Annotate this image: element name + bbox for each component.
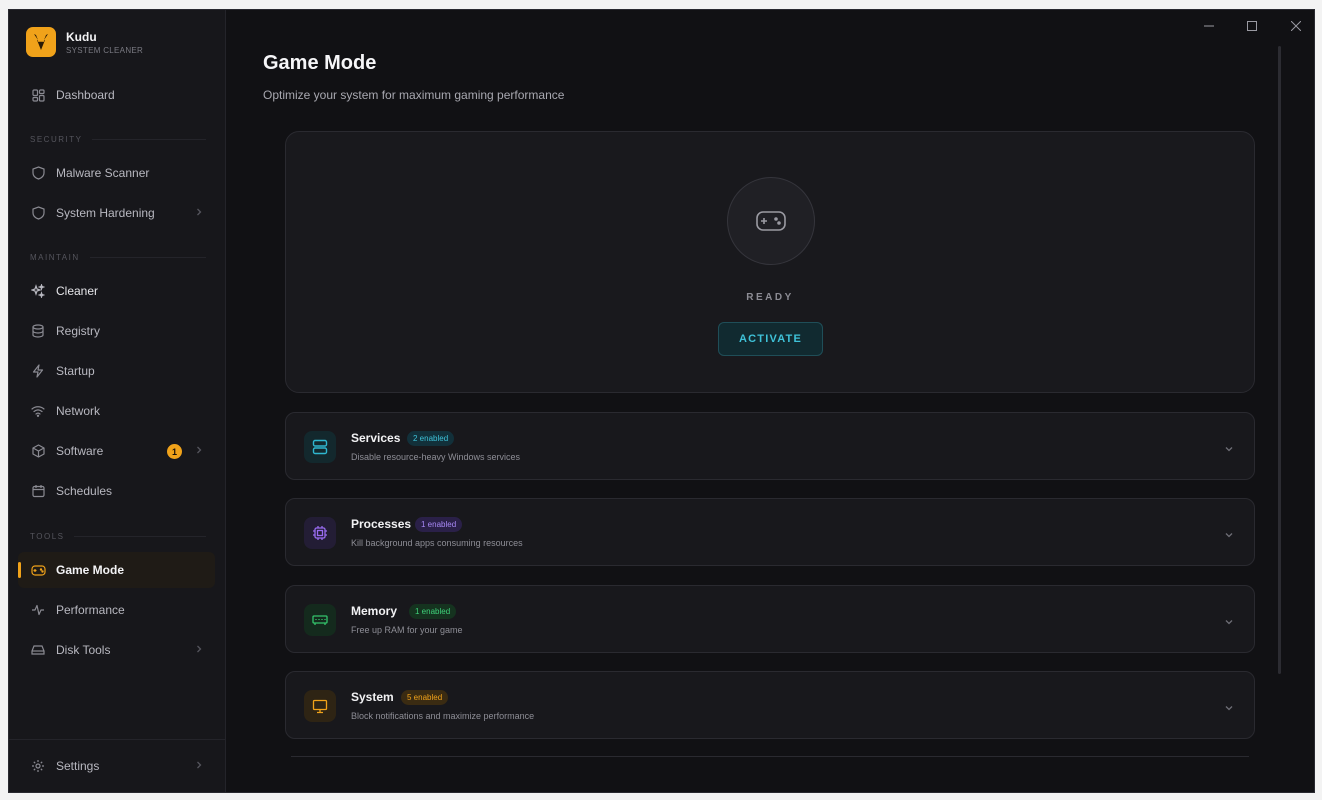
- app-subtitle: SYSTEM CLEANER: [66, 45, 144, 55]
- sidebar-item-disk-tools[interactable]: Disk Tools: [18, 632, 215, 668]
- calendar-icon: [30, 483, 46, 499]
- sidebar-item-cleaner[interactable]: Cleaner: [18, 273, 215, 309]
- section-security: SECURITY: [30, 135, 206, 144]
- sidebar-item-label: Performance: [56, 603, 125, 617]
- section-tools: TOOLS: [30, 532, 206, 541]
- chevron-down-icon[interactable]: [1224, 613, 1234, 631]
- page-title: Game Mode: [263, 52, 377, 74]
- app-window: Kudu SYSTEM CLEANER Dashboard SECURITY M…: [8, 9, 1315, 793]
- sidebar-item-dashboard[interactable]: Dashboard: [18, 77, 215, 113]
- sidebar-item-game-mode[interactable]: Game Mode: [18, 552, 215, 588]
- sidebar-item-settings[interactable]: Settings: [18, 748, 215, 784]
- sidebar-item-performance[interactable]: Performance: [18, 592, 215, 628]
- chevron-down-icon[interactable]: [1224, 440, 1234, 458]
- game-mode-status: READY: [746, 292, 794, 303]
- memory-card[interactable]: Memory 1 enabled Free up RAM for your ga…: [285, 585, 1255, 653]
- chevron-right-icon: [195, 759, 203, 773]
- sidebar-item-label: System Hardening: [56, 206, 155, 220]
- package-icon: [30, 443, 46, 459]
- game-mode-status-panel: READY ACTIVATE: [285, 131, 1255, 393]
- enabled-count-badge: 1 enabled: [409, 604, 457, 619]
- minimize-button[interactable]: [1194, 15, 1224, 37]
- enabled-count-badge: 1 enabled: [415, 517, 463, 532]
- sidebar-item-label: Software: [56, 444, 104, 458]
- sidebar-item-registry[interactable]: Registry: [18, 313, 215, 349]
- sidebar-item-label: Startup: [56, 364, 95, 378]
- gear-icon: [30, 758, 46, 774]
- activate-button[interactable]: ACTIVATE: [718, 322, 823, 356]
- monitor-icon: [304, 690, 336, 722]
- sidebar-item-label: Disk Tools: [56, 643, 111, 657]
- sidebar-item-network[interactable]: Network: [18, 393, 215, 429]
- card-title: System: [351, 690, 394, 704]
- card-title: Memory: [351, 604, 398, 618]
- gamepad-icon: [30, 562, 46, 578]
- sidebar-item-malware-scanner[interactable]: Malware Scanner: [18, 155, 215, 191]
- sidebar-item-system-hardening[interactable]: System Hardening: [18, 195, 215, 231]
- sidebar-item-label: Network: [56, 404, 101, 418]
- enabled-count-badge: 2 enabled: [407, 431, 455, 446]
- chevron-right-icon: [195, 206, 203, 220]
- wifi-icon: [30, 403, 46, 419]
- card-description: Disable resource-heavy Windows services: [351, 452, 521, 462]
- sidebar-item-label: Schedules: [56, 484, 113, 498]
- server-icon: [304, 431, 336, 463]
- sidebar-item-label: Registry: [56, 324, 101, 338]
- update-count-badge: 1: [167, 444, 182, 459]
- card-description: Free up RAM for your game: [351, 625, 463, 635]
- sidebar-item-label: Settings: [56, 759, 100, 773]
- services-card[interactable]: Services 2 enabled Disable resource-heav…: [285, 412, 1255, 480]
- divider: [9, 739, 226, 740]
- activity-icon: [30, 602, 46, 618]
- sparkles-icon: [30, 283, 46, 299]
- sidebar-item-label: Cleaner: [56, 284, 99, 298]
- section-maintain: MAINTAIN: [30, 253, 206, 262]
- chevron-right-icon: [195, 643, 203, 657]
- divider: [291, 756, 1249, 757]
- database-icon: [30, 323, 46, 339]
- sidebar-item-label: Dashboard: [56, 88, 115, 102]
- sidebar-item-label: Game Mode: [56, 563, 125, 577]
- shield-icon: [30, 205, 46, 221]
- hard-drive-icon: [30, 642, 46, 658]
- card-title: Services: [351, 431, 401, 445]
- card-description: Kill background apps consuming resources: [351, 538, 523, 548]
- sidebar-item-label: Malware Scanner: [56, 166, 150, 180]
- chevron-down-icon[interactable]: [1224, 526, 1234, 544]
- sidebar-item-software[interactable]: Software 1: [18, 433, 215, 469]
- memory-chip-icon: [304, 604, 336, 636]
- scrollbar[interactable]: [1278, 46, 1281, 674]
- gamepad-status-icon: [727, 177, 815, 265]
- sidebar-item-startup[interactable]: Startup: [18, 353, 215, 389]
- chevron-right-icon: [195, 444, 203, 458]
- enabled-count-badge: 5 enabled: [401, 690, 449, 705]
- maximize-button[interactable]: [1237, 15, 1267, 37]
- processes-card[interactable]: Processes 1 enabled Kill background apps…: [285, 498, 1255, 566]
- card-title: Processes: [351, 517, 412, 531]
- system-card[interactable]: System 5 enabled Block notifications and…: [285, 671, 1255, 739]
- cpu-icon: [304, 517, 336, 549]
- sidebar-item-schedules[interactable]: Schedules: [18, 473, 215, 509]
- lightning-icon: [30, 363, 46, 379]
- app-name: Kudu: [66, 29, 97, 44]
- page-subtitle: Optimize your system for maximum gaming …: [263, 88, 565, 102]
- sidebar: Kudu SYSTEM CLEANER Dashboard SECURITY M…: [9, 10, 226, 792]
- shield-icon: [30, 165, 46, 181]
- kudu-logo: [26, 27, 56, 57]
- brand: Kudu SYSTEM CLEANER: [26, 27, 143, 57]
- chevron-down-icon[interactable]: [1224, 699, 1234, 717]
- close-button[interactable]: [1281, 15, 1311, 37]
- dashboard-icon: [30, 87, 46, 103]
- card-description: Block notifications and maximize perform…: [351, 711, 535, 721]
